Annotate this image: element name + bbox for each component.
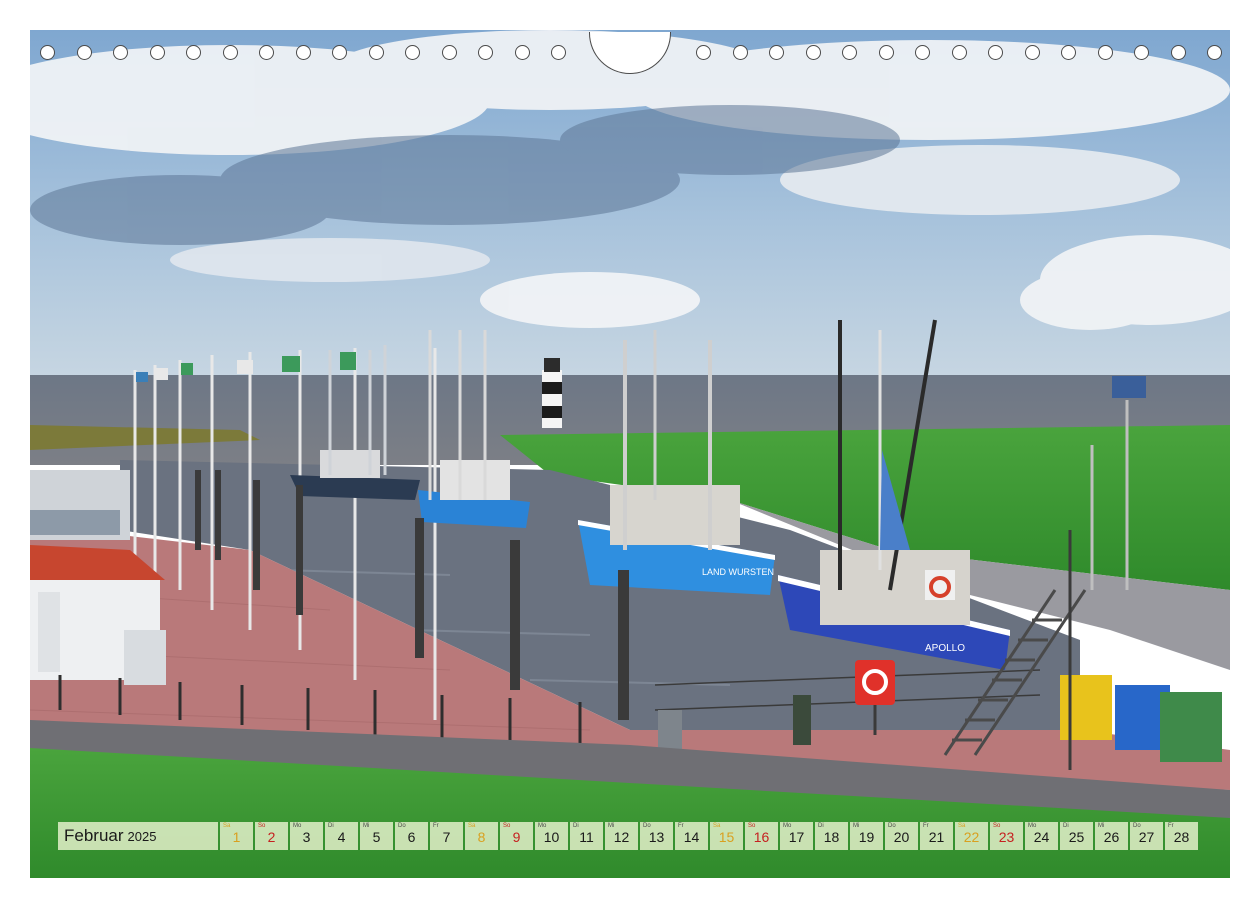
- binding-hole: [149, 45, 165, 60]
- binding-hole: [878, 45, 894, 60]
- binding-hole: [1134, 45, 1149, 60]
- moored-boats-left: [30, 470, 130, 540]
- binding-hole: [732, 45, 748, 60]
- binding-hole: [441, 45, 457, 60]
- day-cell: Sa 8: [465, 822, 498, 850]
- binding-hole: [1170, 45, 1186, 60]
- day-number: 20: [893, 829, 910, 845]
- binding-hole: [1024, 45, 1040, 60]
- boat-name-land-wursten: LAND WURSTEN: [702, 567, 774, 577]
- day-cell: Mo 3: [290, 822, 323, 850]
- binding-hole: [478, 45, 493, 60]
- month-label: Februar 2025: [58, 822, 218, 850]
- day-cell: Mi 19: [850, 822, 883, 850]
- boat-name-apollo: APOLLO: [925, 643, 965, 654]
- day-number: 13: [648, 829, 665, 845]
- month-name: Februar: [64, 826, 124, 845]
- day-cell: Fr 7: [430, 822, 463, 850]
- day-number: 25: [1068, 829, 1085, 845]
- day-cells: Sa 1 So 2 Mo 3 Di 4 Mi 5 Do 6 Fr 7 Sa 8 So 9 Mo 10 Di 11 Mi 12 D…: [220, 822, 1200, 850]
- binding-hole: [1097, 45, 1113, 60]
- day-number: 10: [543, 829, 560, 845]
- day-number: 11: [579, 829, 594, 845]
- day-cell: Do 6: [395, 822, 428, 850]
- day-number: 14: [683, 829, 700, 845]
- day-cell: Sa 22: [955, 822, 988, 850]
- day-number: 27: [1138, 829, 1155, 845]
- day-cell: Mi 12: [605, 822, 638, 850]
- day-cell: Do 20: [885, 822, 918, 850]
- month-year: 2025: [127, 828, 157, 844]
- day-cell: So 9: [500, 822, 533, 850]
- day-cell: Fr 28: [1165, 822, 1198, 850]
- day-cell: Do 13: [640, 822, 673, 850]
- day-number: 2: [267, 829, 276, 845]
- day-number: 8: [477, 829, 486, 845]
- month-calendar-strip: Februar 2025 Sa 1 So 2 Mo 3 Di 4 Mi 5 Do 6 Fr 7 Sa 8 So 9…: [58, 822, 1203, 850]
- day-number: 5: [372, 829, 381, 845]
- day-cell: Do 27: [1130, 822, 1163, 850]
- day-number: 28: [1173, 829, 1190, 845]
- day-cell: Sa 1: [220, 822, 253, 850]
- harbor-photo: LAND WURSTEN APOLLO: [30, 30, 1230, 878]
- binding-hole: [113, 45, 128, 60]
- day-cell: Di 25: [1060, 822, 1093, 850]
- binding-hole: [405, 45, 420, 60]
- day-cell: Mo 17: [780, 822, 813, 850]
- day-number: 1: [232, 829, 241, 845]
- day-number: 22: [963, 829, 980, 845]
- binding-hole: [514, 45, 530, 60]
- binding-hole: [805, 45, 821, 60]
- day-number: 4: [337, 829, 346, 845]
- day-cell: So 2: [255, 822, 288, 850]
- lighthouse: [542, 358, 562, 428]
- binding-hole: [259, 45, 274, 60]
- day-cell: Mo 10: [535, 822, 568, 850]
- day-number: 21: [928, 829, 945, 845]
- day-cell: Fr 21: [920, 822, 953, 850]
- day-number: 17: [788, 829, 805, 845]
- day-cell: Mi 5: [360, 822, 393, 850]
- day-cell: Di 11: [570, 822, 603, 850]
- day-number: 15: [718, 829, 735, 845]
- binding-hole: [1061, 45, 1076, 60]
- binding-hole: [915, 45, 930, 60]
- day-number: 19: [858, 829, 875, 845]
- day-number: 23: [998, 829, 1015, 845]
- day-number: 3: [302, 829, 311, 845]
- day-cell: So 16: [745, 822, 778, 850]
- day-cell: Mi 26: [1095, 822, 1128, 850]
- binding-hole: [295, 45, 311, 60]
- binding-hole: [76, 45, 92, 60]
- binding-hole: [1207, 45, 1222, 60]
- day-cell: Sa 15: [710, 822, 743, 850]
- day-number: 26: [1103, 829, 1120, 845]
- day-number: 6: [407, 829, 416, 845]
- day-number: 9: [512, 829, 521, 845]
- day-cell: Mo 24: [1025, 822, 1058, 850]
- binding-hole: [842, 45, 857, 60]
- binding-hole: [40, 45, 55, 60]
- day-number: 18: [823, 829, 840, 845]
- harbor-building: [30, 545, 166, 685]
- day-cell: Fr 14: [675, 822, 708, 850]
- binding-hole: [551, 45, 566, 60]
- day-number: 24: [1033, 829, 1050, 845]
- day-number: 7: [442, 829, 451, 845]
- binding-hole: [222, 45, 238, 60]
- day-cell: Di 4: [325, 822, 358, 850]
- binding-hole: [186, 45, 201, 60]
- day-number: 12: [613, 829, 630, 845]
- binding-hole: [988, 45, 1003, 60]
- day-number: 16: [753, 829, 770, 845]
- binding-hole: [332, 45, 347, 60]
- day-cell: So 23: [990, 822, 1023, 850]
- day-cell: Di 18: [815, 822, 848, 850]
- binding-hole: [696, 45, 711, 60]
- binding-hole: [368, 45, 384, 60]
- binding-hole: [951, 45, 967, 60]
- binding-hole: [769, 45, 784, 60]
- calendar-page: LAND WURSTEN APOLLO Februar 2025 Sa 1 So…: [0, 0, 1260, 908]
